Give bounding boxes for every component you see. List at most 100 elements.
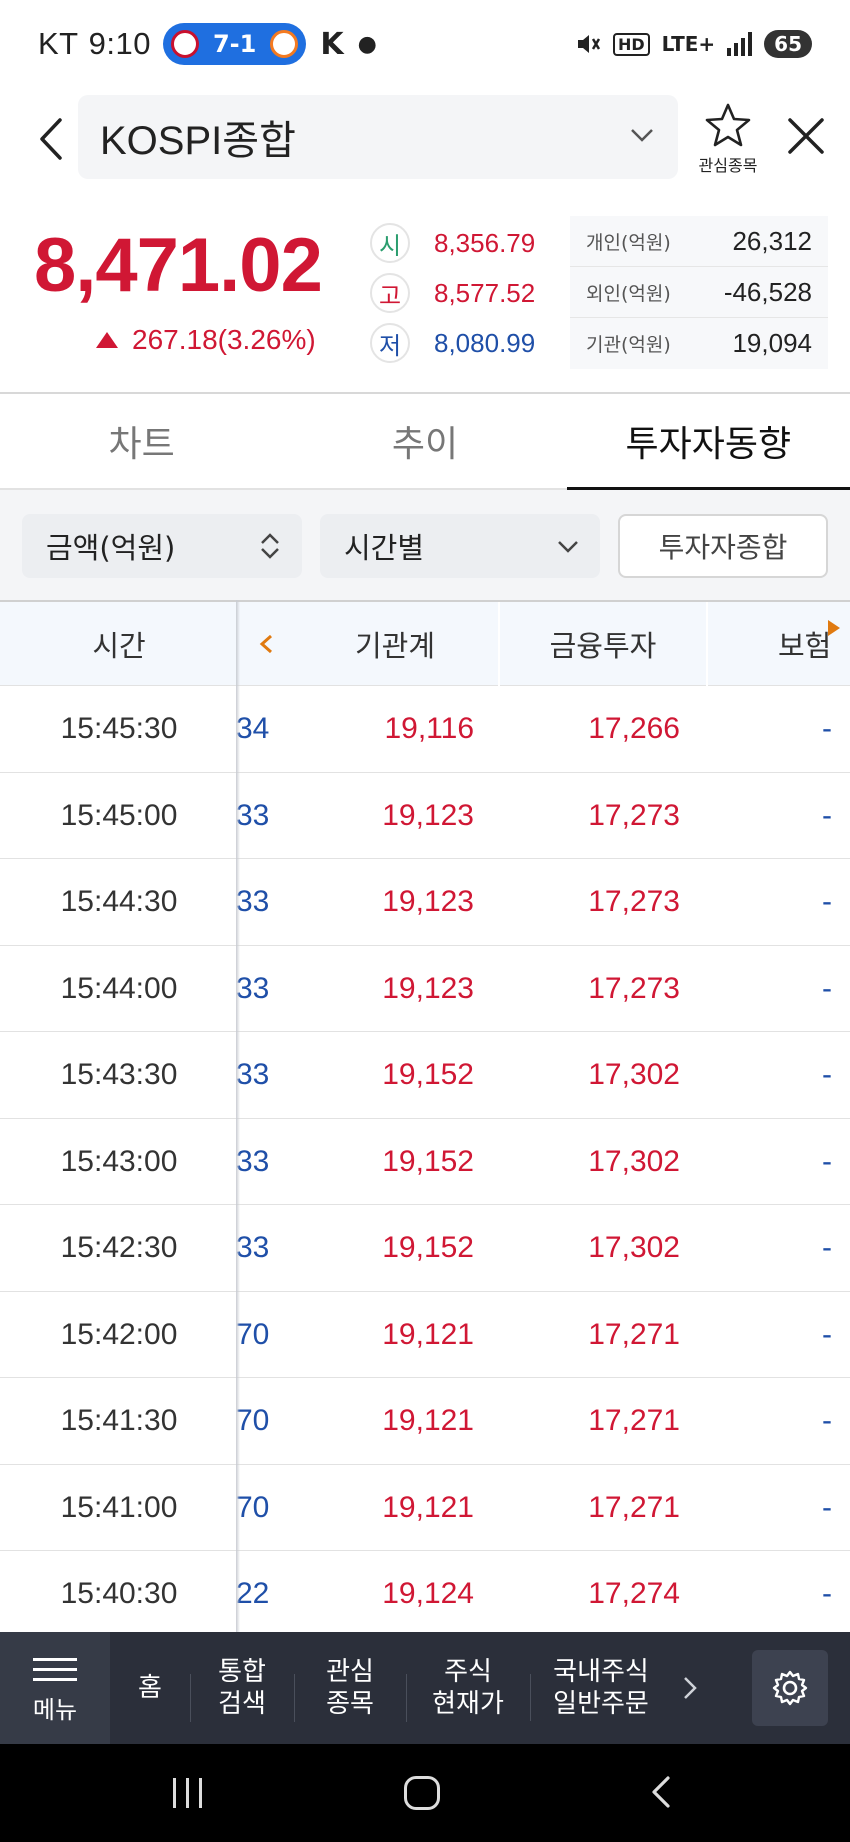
menu-item-search[interactable]: 통합 검색 bbox=[190, 1656, 294, 1722]
cell-financial: 17,271 bbox=[588, 1317, 680, 1351]
menu-label: 메뉴 bbox=[32, 1696, 78, 1724]
watchlist-button[interactable]: 관심종목 bbox=[690, 102, 766, 176]
filter-bar: 금액(억원) 시간별 투자자종합 bbox=[0, 490, 850, 600]
chevron-right-icon bbox=[684, 1677, 697, 1699]
home-icon[interactable] bbox=[404, 1776, 440, 1810]
table-body: 15:45:30 34 19,116 17,266-15:45:00 33 19,123 1… bbox=[0, 686, 850, 1632]
investor-table[interactable]: 시간 기관계 금융투자 보험 15:45:30 34 19,116 17,266-15… bbox=[0, 600, 850, 1632]
cell-institution: 19,123 bbox=[382, 798, 474, 832]
back-icon[interactable] bbox=[646, 1774, 676, 1810]
cell-institution: 19,121 bbox=[382, 1404, 474, 1437]
cell-prev-column: 33 bbox=[236, 798, 270, 832]
flow-label: 기관(억원) bbox=[586, 334, 671, 356]
cell-time: 15:44:30 bbox=[60, 885, 178, 918]
tab-trend[interactable]: 추이 bbox=[283, 394, 566, 488]
current-price: 8,471.02 bbox=[34, 223, 323, 308]
cell-insurance: - bbox=[822, 1058, 832, 1091]
high-row: 고 8,577.52 bbox=[370, 268, 535, 318]
cell-insurance: - bbox=[822, 885, 832, 918]
flow-value: -46,528 bbox=[723, 276, 812, 307]
status-bar: KT 9:10 7-1 K ● HD LTE+ 65 bbox=[0, 0, 850, 88]
settings-button[interactable] bbox=[752, 1650, 828, 1726]
scroll-right-indicator-icon[interactable] bbox=[828, 620, 840, 636]
baseball-score-pill[interactable]: 7-1 bbox=[162, 23, 307, 65]
unit-select[interactable]: 금액(억원) bbox=[22, 514, 302, 578]
menu-more-button[interactable] bbox=[672, 1674, 708, 1702]
cell-time: 15:45:00 bbox=[60, 798, 178, 832]
cell-insurance: - bbox=[822, 1577, 832, 1610]
investor-summary-button[interactable]: 투자자종합 bbox=[618, 514, 828, 578]
index-selector[interactable]: KOSPI종합 bbox=[78, 95, 678, 179]
cell-prev-column: 33 bbox=[236, 885, 270, 918]
unit-select-value: 금액(억원) bbox=[46, 531, 176, 565]
cell-financial: 17,302 bbox=[588, 1144, 680, 1178]
cell-time: 15:42:00 bbox=[60, 1317, 178, 1351]
cell-prev-column: 33 bbox=[236, 1231, 270, 1264]
chevron-down-icon bbox=[558, 541, 578, 553]
cell-time: 15:43:00 bbox=[60, 1144, 178, 1178]
table-header: 시간 기관계 금융투자 보험 bbox=[0, 600, 850, 686]
cell-institution: 19,152 bbox=[382, 1058, 474, 1091]
table-row: 15:42:30 33 19,152 17,302 - bbox=[0, 1205, 850, 1292]
cell-prev-column: 33 bbox=[236, 1058, 270, 1091]
price-summary: 8,471.02 267.18(3.26%) 시 8,356.79 고 8,57… bbox=[0, 200, 850, 390]
flow-row-individual: 개인(억원) 26,312 bbox=[570, 216, 828, 267]
cell-institution: 19,123 bbox=[382, 971, 474, 1005]
cell-time: 15:43:30 bbox=[60, 1058, 178, 1091]
cell-prev-column: 34 bbox=[236, 712, 270, 745]
cell-time: 15:40:30 bbox=[60, 1577, 178, 1610]
low-value: 8,080.99 bbox=[434, 327, 536, 358]
battery-icon: 65 bbox=[764, 30, 812, 58]
recent-apps-icon[interactable] bbox=[168, 1778, 207, 1812]
watchlist-label: 관심종목 bbox=[698, 156, 758, 175]
period-select[interactable]: 시간별 bbox=[320, 514, 600, 578]
hd-voice-icon: HD bbox=[612, 32, 650, 56]
open-value: 8,356.79 bbox=[434, 227, 536, 258]
back-arrow-icon[interactable] bbox=[32, 114, 72, 164]
tab-chart[interactable]: 차트 bbox=[0, 394, 283, 488]
cell-time: 15:41:30 bbox=[60, 1404, 178, 1437]
table-row: 15:41:00 70 19,121 17,271 - bbox=[0, 1465, 850, 1551]
close-icon[interactable] bbox=[784, 114, 828, 158]
tab-investor-trend[interactable]: 투자자동향 bbox=[566, 394, 850, 490]
cell-institution: 19,152 bbox=[382, 1144, 474, 1178]
cell-prev-column: 70 bbox=[236, 1404, 270, 1437]
sort-updown-icon bbox=[261, 533, 279, 559]
flow-value: 19,094 bbox=[732, 328, 812, 358]
cell-prev-column: 33 bbox=[236, 1144, 270, 1178]
cell-financial: 17,302 bbox=[588, 1231, 680, 1264]
network-type-label: LTE+ bbox=[661, 32, 716, 56]
menu-button[interactable]: 메뉴 bbox=[0, 1632, 110, 1744]
cell-time: 15:44:00 bbox=[60, 971, 178, 1005]
open-row: 시 8,356.79 bbox=[370, 218, 535, 268]
fixed-column-shadow bbox=[236, 600, 240, 1632]
hamburger-icon bbox=[33, 1651, 77, 1688]
clock: 9:10 bbox=[88, 26, 151, 61]
cell-institution: 19,124 bbox=[382, 1577, 474, 1610]
flow-row-foreign: 외인(억원) -46,528 bbox=[570, 267, 828, 318]
table-row: 15:41:30 70 19,121 17,271 - bbox=[0, 1378, 850, 1465]
cell-insurance: - bbox=[822, 1317, 832, 1351]
cell-institution: 19,152 bbox=[382, 1231, 474, 1264]
cell-insurance: - bbox=[822, 1144, 832, 1178]
chevron-down-icon bbox=[631, 129, 653, 142]
cell-insurance: - bbox=[822, 798, 832, 832]
menu-item-watchlist[interactable]: 관심 종목 bbox=[294, 1656, 406, 1722]
flow-row-institution: 기관(억원) 19,094 bbox=[570, 318, 828, 369]
score-label: 7-1 bbox=[212, 30, 257, 58]
menu-item-home[interactable]: 홈 bbox=[110, 1672, 190, 1705]
col-header-institution: 기관계 bbox=[354, 629, 436, 663]
scroll-left-button[interactable] bbox=[240, 602, 292, 686]
cell-financial: 17,302 bbox=[588, 1058, 680, 1091]
cell-financial: 17,273 bbox=[588, 885, 680, 918]
team-logo-icon bbox=[270, 30, 299, 58]
cell-prev-column: 70 bbox=[236, 1317, 270, 1351]
flow-label: 외인(억원) bbox=[586, 282, 671, 305]
cell-financial: 17,273 bbox=[588, 798, 680, 832]
signal-icon bbox=[727, 32, 753, 56]
cell-prev-column: 70 bbox=[236, 1490, 270, 1524]
cell-institution: 19,121 bbox=[382, 1317, 474, 1351]
menu-item-stock-quote[interactable]: 주식 현재가 bbox=[406, 1656, 530, 1722]
menu-item-domestic-order[interactable]: 국내주식 일반주문 bbox=[530, 1656, 672, 1721]
table-row: 15:45:00 33 19,123 17,273 - bbox=[0, 773, 850, 859]
